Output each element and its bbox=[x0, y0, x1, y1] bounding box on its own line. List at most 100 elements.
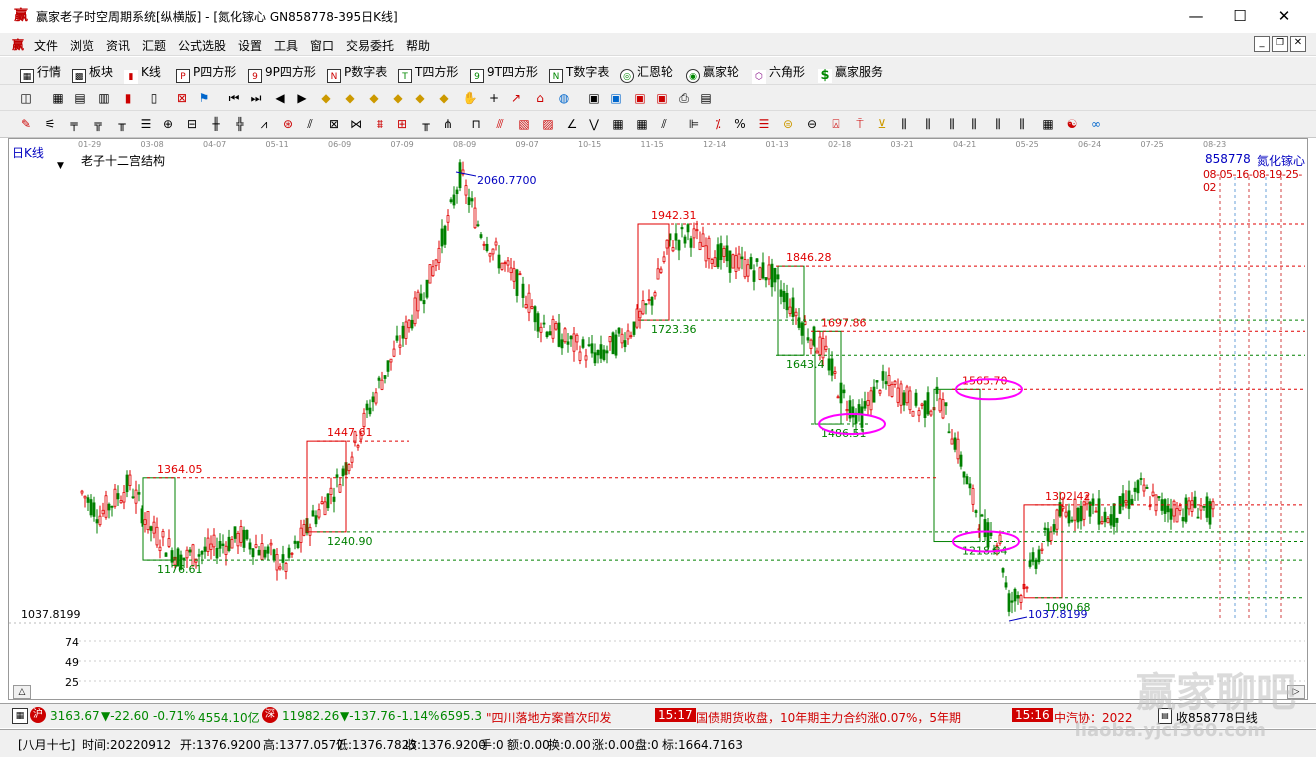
tool32-icon[interactable]: ☰ bbox=[756, 116, 772, 132]
diamond2-icon[interactable]: ◆ bbox=[342, 90, 358, 106]
tool21-icon[interactable]: ⫻ bbox=[492, 116, 508, 132]
tool15-icon[interactable]: ⋈ bbox=[348, 116, 364, 132]
tool8-icon[interactable]: ⊟ bbox=[184, 116, 200, 132]
prev-icon[interactable]: ◀ bbox=[272, 90, 288, 106]
tool25-icon[interactable]: ⋁ bbox=[586, 116, 602, 132]
table-icon[interactable]: ▦ bbox=[1040, 116, 1056, 132]
tool28-icon[interactable]: ⫽ bbox=[656, 116, 672, 132]
t-square-button[interactable]: T T四方形 bbox=[398, 63, 458, 83]
chart2-icon[interactable]: ▤ bbox=[72, 90, 88, 106]
child-close-button[interactable]: ✕ bbox=[1290, 36, 1306, 52]
minimize-button[interactable]: — bbox=[1176, 4, 1216, 28]
tool13-icon[interactable]: ⫽ bbox=[302, 116, 318, 132]
diamond1-icon[interactable]: ◆ bbox=[318, 90, 334, 106]
diamond5-icon[interactable]: ◆ bbox=[412, 90, 428, 106]
scroll-up-button[interactable]: △ bbox=[13, 685, 31, 699]
tool16-icon[interactable]: ⩩ bbox=[372, 116, 388, 132]
huien-wheel-button[interactable]: ◎ 汇恩轮 bbox=[620, 63, 673, 83]
tool11-icon[interactable]: ⩘ bbox=[256, 116, 272, 132]
9t-square-button[interactable]: 9 9T四方形 bbox=[470, 63, 538, 83]
period-label[interactable]: 日K线 bbox=[12, 144, 44, 161]
layout-icon[interactable]: ◫ bbox=[18, 90, 34, 106]
tool37-icon[interactable]: ⊻ bbox=[874, 116, 890, 132]
menu-formula[interactable]: 公式选股 bbox=[178, 37, 226, 54]
kline-chart-panel[interactable]: 01-29 03-08 04-07 05-11 06-09 07-09 08-09 09-07… bbox=[8, 138, 1308, 700]
next-icon[interactable]: ▶ bbox=[294, 90, 310, 106]
p-square-button[interactable]: P P四方形 bbox=[176, 63, 236, 83]
candles-icon[interactable]: ▮ bbox=[120, 90, 136, 106]
news-2[interactable]: 国债期货收盘，10年期主力合约涨0.07%，5年期 bbox=[696, 709, 961, 726]
tool3-icon[interactable]: ╤ bbox=[66, 116, 82, 132]
child-minimize-button[interactable]: _ bbox=[1254, 36, 1270, 52]
tool34-icon[interactable]: ⊖ bbox=[804, 116, 820, 132]
tool40-icon[interactable]: ⫼ bbox=[944, 116, 960, 132]
t-table-button[interactable]: N T数字表 bbox=[549, 63, 609, 83]
tool38-icon[interactable]: ⫼ bbox=[896, 116, 912, 132]
tool9-icon[interactable]: ╫ bbox=[208, 116, 224, 132]
tool4-icon[interactable]: ╦ bbox=[90, 116, 106, 132]
9p-square-button[interactable]: 9 9P四方形 bbox=[248, 63, 316, 83]
grid-icon[interactable]: ▦ bbox=[12, 708, 28, 724]
tool2-icon[interactable]: ⚟ bbox=[42, 116, 58, 132]
hexagon-button[interactable]: ⬡ 六角形 bbox=[752, 63, 805, 84]
tool30-icon[interactable]: ⁒ bbox=[710, 116, 726, 132]
kline-chart[interactable]: 01-29 03-08 04-07 05-11 06-09 07-09 08-09 09-07… bbox=[9, 139, 1307, 699]
yinyang-icon[interactable]: ☯ bbox=[1064, 116, 1080, 132]
line-type-icon[interactable]: ▯ bbox=[146, 90, 162, 106]
tool41-icon[interactable]: ⫼ bbox=[966, 116, 982, 132]
save-icon[interactable]: ▣ bbox=[632, 90, 648, 106]
trend-icon[interactable]: ↗ bbox=[508, 90, 524, 106]
bars-icon[interactable]: ▥ bbox=[96, 90, 112, 106]
child-restore-button[interactable]: ❐ bbox=[1272, 36, 1288, 52]
menu-topic[interactable]: 汇题 bbox=[142, 37, 166, 54]
tool35-icon[interactable]: ⍓ bbox=[828, 116, 844, 132]
tool17-icon[interactable]: ⊞ bbox=[394, 116, 410, 132]
diamond3-icon[interactable]: ◆ bbox=[366, 90, 382, 106]
tool18-icon[interactable]: ╥ bbox=[418, 116, 434, 132]
close-button[interactable]: ✕ bbox=[1264, 4, 1304, 28]
kline-button[interactable]: ▮ K线 bbox=[124, 63, 161, 84]
chart1-icon[interactable]: ▦ bbox=[50, 90, 66, 106]
tool27-icon[interactable]: ▦ bbox=[634, 116, 650, 132]
tool19-icon[interactable]: ⋔ bbox=[440, 116, 456, 132]
tool43-icon[interactable]: ⫼ bbox=[1014, 116, 1030, 132]
news-1[interactable]: "四川落地方案首次印发 bbox=[486, 709, 612, 726]
yingjia-wheel-button[interactable]: ◉ 赢家轮 bbox=[686, 63, 739, 83]
tool20-icon[interactable]: ⊓ bbox=[468, 116, 484, 132]
tool12-icon[interactable]: ⊛ bbox=[280, 116, 296, 132]
calendar-icon[interactable]: ▣ bbox=[586, 90, 602, 106]
disk-icon[interactable]: ▣ bbox=[654, 90, 670, 106]
maximize-button[interactable]: ☐ bbox=[1220, 4, 1260, 28]
sector-button[interactable]: ▩ 板块 bbox=[72, 63, 113, 83]
print-icon[interactable]: ⎙ bbox=[676, 90, 692, 106]
flag-icon[interactable]: ⚑ bbox=[196, 90, 212, 106]
infinity-icon[interactable]: ∞ bbox=[1088, 116, 1104, 132]
menu-info[interactable]: 资讯 bbox=[106, 37, 130, 54]
tool26-icon[interactable]: ▦ bbox=[610, 116, 626, 132]
menu-settings[interactable]: 设置 bbox=[238, 37, 262, 54]
gift-icon[interactable]: ⌂ bbox=[532, 90, 548, 106]
menu-trade[interactable]: 交易委托 bbox=[346, 37, 394, 54]
tool39-icon[interactable]: ⫼ bbox=[920, 116, 936, 132]
menu-window[interactable]: 窗口 bbox=[310, 37, 334, 54]
tool5-icon[interactable]: ╥ bbox=[114, 116, 130, 132]
percent-icon[interactable]: % bbox=[732, 116, 748, 132]
service-button[interactable]: $ 赢家服务 bbox=[818, 63, 883, 83]
hand-icon[interactable]: ✋ bbox=[462, 90, 478, 106]
report-icon[interactable]: ▣ bbox=[608, 90, 624, 106]
tool7-icon[interactable]: ⊕ bbox=[160, 116, 176, 132]
tool24-icon[interactable]: ∠ bbox=[564, 116, 580, 132]
diamond4-icon[interactable]: ◆ bbox=[390, 90, 406, 106]
tool6-icon[interactable]: ☰ bbox=[138, 116, 154, 132]
tool33-icon[interactable]: ⊜ bbox=[780, 116, 796, 132]
export-icon[interactable]: ▤ bbox=[698, 90, 714, 106]
quotes-button[interactable]: ▦ 行情 bbox=[20, 63, 61, 83]
p-table-button[interactable]: N P数字表 bbox=[327, 63, 387, 83]
tool22-icon[interactable]: ▧ bbox=[516, 116, 532, 132]
tool36-icon[interactable]: ⍑ bbox=[852, 116, 868, 132]
menu-help[interactable]: 帮助 bbox=[406, 37, 430, 54]
menu-browse[interactable]: 浏览 bbox=[70, 37, 94, 54]
last-icon[interactable]: ⏭ bbox=[248, 90, 264, 106]
fan-icon[interactable]: ⊠ bbox=[174, 90, 190, 106]
tool23-icon[interactable]: ▨ bbox=[540, 116, 556, 132]
